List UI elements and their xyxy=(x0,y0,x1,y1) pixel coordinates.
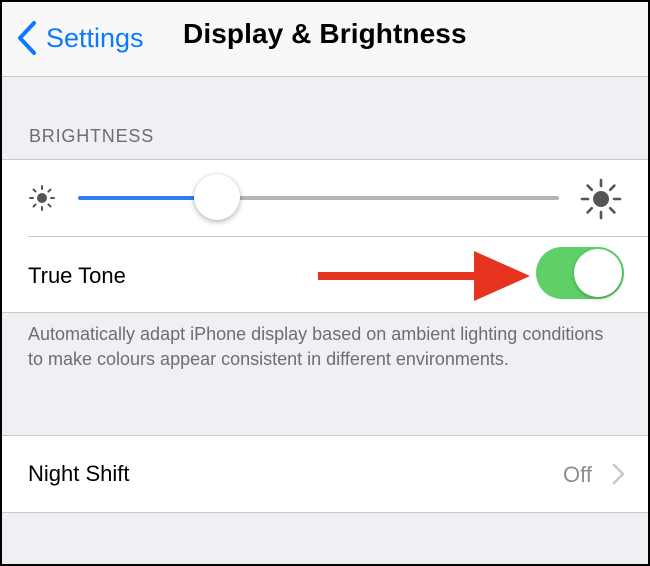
sun-large-icon xyxy=(580,178,622,220)
red-arrow-icon xyxy=(318,251,530,301)
page-title: Display & Brightness xyxy=(183,18,467,49)
toggle-knob xyxy=(574,249,622,297)
brightness-group: True Tone xyxy=(2,159,648,313)
chevron-left-icon xyxy=(18,21,36,55)
true-tone-toggle[interactable] xyxy=(536,247,624,299)
navigation-bar: Settings Display & Brightness xyxy=(2,2,648,77)
brightness-slider-row xyxy=(2,160,648,236)
true-tone-label: True Tone xyxy=(28,263,126,288)
back-button[interactable]: Settings xyxy=(16,16,144,60)
true-tone-row: True Tone xyxy=(2,237,648,312)
night-shift-label: Night Shift xyxy=(28,461,130,486)
chevron-right-icon xyxy=(612,463,625,485)
brightness-slider[interactable] xyxy=(78,174,559,220)
true-tone-description: Automatically adapt iPhone display based… xyxy=(28,324,604,369)
sun-small-icon xyxy=(29,185,55,211)
screen: Settings Display & Brightness BRIGHTNESS xyxy=(0,0,650,566)
slider-track-remaining xyxy=(217,196,559,200)
back-button-label: Settings xyxy=(46,22,144,53)
night-shift-group: Night Shift Off xyxy=(2,435,648,513)
night-shift-row[interactable]: Night Shift Off xyxy=(2,436,648,512)
section-header-brightness: BRIGHTNESS xyxy=(29,126,155,146)
slider-thumb[interactable] xyxy=(194,174,241,220)
night-shift-value: Off xyxy=(563,462,592,487)
